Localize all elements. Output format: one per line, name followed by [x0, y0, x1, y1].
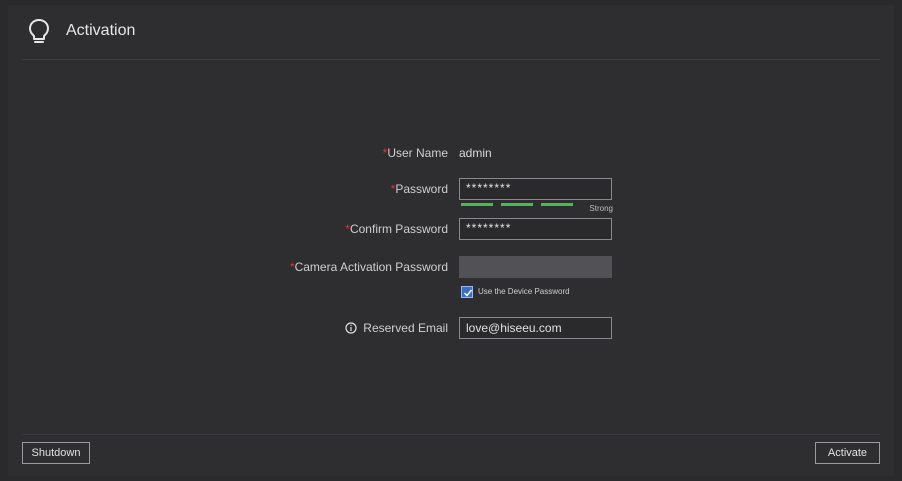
reserved-email-row: Reserved Email love@hiseeu.com [8, 317, 894, 341]
password-label: *Password [391, 182, 448, 196]
lightbulb-icon [26, 17, 52, 45]
password-field[interactable]: ******** [459, 178, 612, 200]
use-device-password-checkbox[interactable] [461, 286, 473, 298]
user-name-row: *User Name admin [8, 142, 894, 166]
password-row: *Password ******** Strong [8, 178, 894, 213]
header: Activation [8, 5, 894, 59]
user-name-label: *User Name [383, 146, 448, 160]
confirm-password-label: *Confirm Password [345, 222, 448, 236]
header-divider [22, 59, 880, 60]
strength-bar [501, 203, 533, 206]
strength-label: Strong [589, 204, 613, 213]
camera-activation-password-label-text: Camera Activation Password [294, 260, 448, 274]
reserved-email-label-text: Reserved Email [363, 321, 448, 335]
camera-activation-password-field[interactable] [459, 256, 612, 278]
password-label-text: Password [395, 182, 448, 196]
info-icon[interactable] [345, 322, 357, 334]
shutdown-button[interactable]: Shutdown [22, 442, 90, 464]
activation-window: Activation *User Name admin *Password **… [8, 5, 894, 476]
confirm-password-row: *Confirm Password ******** [8, 218, 894, 242]
password-strength-meter: Strong [461, 201, 613, 213]
camera-activation-password-row: *Camera Activation Password [8, 256, 894, 280]
user-name-value: admin [459, 146, 492, 160]
camera-activation-password-label: *Camera Activation Password [290, 260, 448, 274]
confirm-password-label-text: Confirm Password [349, 222, 448, 236]
reserved-email-label: Reserved Email [345, 321, 448, 335]
reserved-email-field[interactable]: love@hiseeu.com [459, 317, 612, 339]
use-device-password-label: Use the Device Password [478, 287, 570, 296]
footer-divider [22, 434, 880, 435]
user-name-label-text: User Name [387, 146, 448, 160]
confirm-password-field[interactable]: ******** [459, 218, 612, 240]
strength-bar [541, 203, 573, 206]
strength-bar [461, 203, 493, 206]
page-title: Activation [66, 22, 136, 39]
activate-button[interactable]: Activate [815, 442, 880, 464]
